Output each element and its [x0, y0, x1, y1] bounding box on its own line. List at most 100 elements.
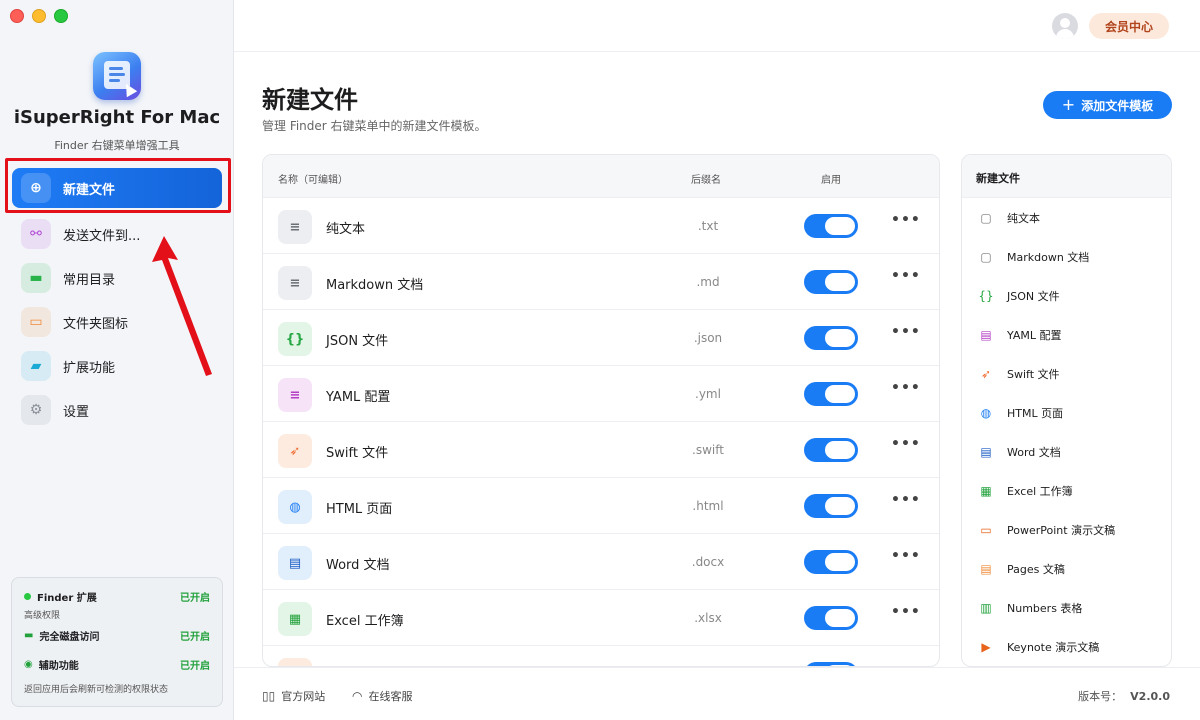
more-options-icon[interactable]: •••: [891, 492, 921, 508]
swift-icon: ➶: [278, 434, 312, 468]
enable-toggle[interactable]: [804, 326, 858, 350]
enable-toggle[interactable]: [804, 606, 858, 630]
word-icon: ▤: [278, 546, 312, 580]
table-row: ≡ Markdown 文档 .md •••: [263, 254, 939, 310]
menu-preview-item: ▤ Pages 文稿: [962, 549, 1171, 588]
app-name: iSuperRight For Mac: [13, 107, 221, 128]
minimize-window-button[interactable]: [32, 9, 46, 23]
enable-toggle[interactable]: [804, 270, 858, 294]
page-subtitle: 管理 Finder 右键菜单中的新建文件模板。: [262, 119, 487, 133]
sidebar-item-gear[interactable]: ⚙ 设置: [0, 388, 234, 432]
table-row: [263, 646, 939, 666]
enable-toggle[interactable]: [804, 214, 858, 238]
template-name[interactable]: Markdown 文档: [326, 274, 423, 293]
more-options-icon[interactable]: •••: [891, 324, 921, 340]
disk-access-status: 已开启: [180, 631, 210, 643]
json-icon: {}: [278, 322, 312, 356]
menu-preview-item: ▢ 纯文本: [962, 198, 1171, 237]
finder-extension-status: 已开启: [180, 592, 210, 604]
advanced-permissions-heading: 高级权限: [24, 611, 61, 621]
table-row: ➶ Swift 文件 .swift •••: [263, 422, 939, 478]
enable-toggle[interactable]: [804, 494, 858, 518]
sidebar-item-label: 新建文件: [63, 182, 116, 198]
template-name[interactable]: Swift 文件: [326, 442, 388, 461]
template-extension: .docx: [691, 555, 725, 569]
accessibility-icon: ◉: [24, 658, 33, 670]
add-template-button[interactable]: + 添加文件模板: [1043, 91, 1172, 119]
website-link[interactable]: ▯▯ 官方网站: [262, 688, 325, 704]
text-doc-icon: ▢: [980, 210, 992, 225]
table-row: ▦ Excel 工作簿 .xlsx •••: [263, 590, 939, 646]
template-extension: .yml: [695, 387, 721, 401]
member-center-button[interactable]: 会员中心: [1089, 13, 1169, 39]
excel-icon: ▦: [278, 602, 312, 636]
table-row: ◍ HTML 页面 .html •••: [263, 478, 939, 534]
sidebar-item-label: 文件夹图标: [63, 316, 129, 332]
more-options-icon[interactable]: •••: [891, 436, 921, 452]
text-doc-icon: ≡: [278, 210, 312, 244]
more-options-icon[interactable]: •••: [891, 268, 921, 284]
template-name[interactable]: JSON 文件: [326, 330, 388, 349]
menu-preview-label: Markdown 文档: [1007, 250, 1090, 264]
yaml-icon: ▤: [980, 327, 992, 342]
menu-preview-label: YAML 配置: [1007, 328, 1062, 342]
menu-preview-label: Pages 文稿: [1007, 562, 1065, 576]
disk-access-label: 完全磁盘访问: [39, 631, 100, 643]
powerpoint-icon: [278, 658, 312, 666]
accessibility-label: 辅助功能: [38, 660, 79, 672]
maximize-window-button[interactable]: [54, 9, 68, 23]
extension-icon: ▰: [21, 351, 51, 381]
markdown-doc-icon: ▢: [980, 249, 992, 264]
avatar[interactable]: [1052, 13, 1078, 39]
folder-icon: ▬: [21, 263, 51, 293]
template-name[interactable]: Word 文档: [326, 554, 390, 573]
sidebar: iSuperRight For Mac Finder 右键菜单增强工具 ⊕ 新建文…: [0, 0, 234, 720]
more-options-icon[interactable]: •••: [891, 548, 921, 564]
table-row: ≡ YAML 配置 .yml •••: [263, 366, 939, 422]
sidebar-item-label: 常用目录: [63, 272, 116, 288]
more-options-icon[interactable]: •••: [891, 380, 921, 396]
powerpoint-icon: ▭: [980, 522, 992, 537]
support-link[interactable]: ◠ 在线客服: [352, 688, 412, 704]
more-options-icon[interactable]: •••: [891, 604, 921, 620]
book-icon: ▯▯: [262, 689, 276, 703]
headset-icon: ◠: [352, 689, 363, 703]
table-row: ▤ Word 文档 .docx •••: [263, 534, 939, 590]
template-name[interactable]: Excel 工作簿: [326, 610, 404, 629]
share-icon: ⚯: [21, 219, 51, 249]
menu-preview-item: ▢ Markdown 文档: [962, 237, 1171, 276]
disk-icon: ▬: [24, 629, 34, 641]
menu-preview-item: ▦ Excel 工作簿: [962, 471, 1171, 510]
table-row: ≡ 纯文本 .txt •••: [263, 198, 939, 254]
json-icon: {}: [978, 288, 994, 303]
more-options-icon[interactable]: •••: [891, 212, 921, 228]
sidebar-item-new-file[interactable]: ⊕ 新建文件: [12, 168, 222, 208]
template-extension: .html: [692, 499, 724, 513]
template-name[interactable]: YAML 配置: [326, 386, 390, 405]
menu-preview-label: HTML 页面: [1007, 406, 1064, 420]
menu-preview-item: ➶ Swift 文件: [962, 354, 1171, 393]
numbers-icon: ▥: [980, 600, 992, 615]
column-extension: 后缀名: [691, 175, 721, 186]
close-window-button[interactable]: [10, 9, 24, 23]
menu-preview-panel: 新建文件 ▢ 纯文本 ▢ Markdown 文档 {} JSON 文件 ▤ YAML 配置 ➶ S…: [961, 154, 1172, 667]
enable-toggle[interactable]: [804, 382, 858, 406]
template-name[interactable]: HTML 页面: [326, 498, 392, 517]
excel-icon: ▦: [980, 483, 992, 498]
sidebar-item-label: 设置: [63, 404, 90, 420]
menu-preview-label: PowerPoint 演示文稿: [1007, 523, 1116, 537]
template-extension: .json: [693, 331, 723, 345]
plus-icon: +: [1061, 95, 1076, 114]
menu-preview-label: JSON 文件: [1007, 289, 1060, 303]
version-info: 版本号： V2.0.0: [1078, 688, 1170, 704]
swift-icon: ➶: [980, 366, 992, 381]
version-number: V2.0.0: [1130, 690, 1170, 703]
enable-toggle[interactable]: [804, 550, 858, 574]
template-name[interactable]: 纯文本: [326, 218, 365, 237]
word-icon: ▤: [980, 444, 992, 459]
enable-toggle[interactable]: [804, 438, 858, 462]
annotation-arrow-icon: [152, 236, 212, 376]
menu-preview-item: ▤ Word 文档: [962, 432, 1171, 471]
app-subtitle: Finder 右键菜单增强工具: [54, 139, 180, 152]
permission-card: Finder 扩展 已开启 高级权限 ▬ 完全磁盘访问 已开启 ◉ 辅助功能 已开启…: [11, 577, 223, 707]
